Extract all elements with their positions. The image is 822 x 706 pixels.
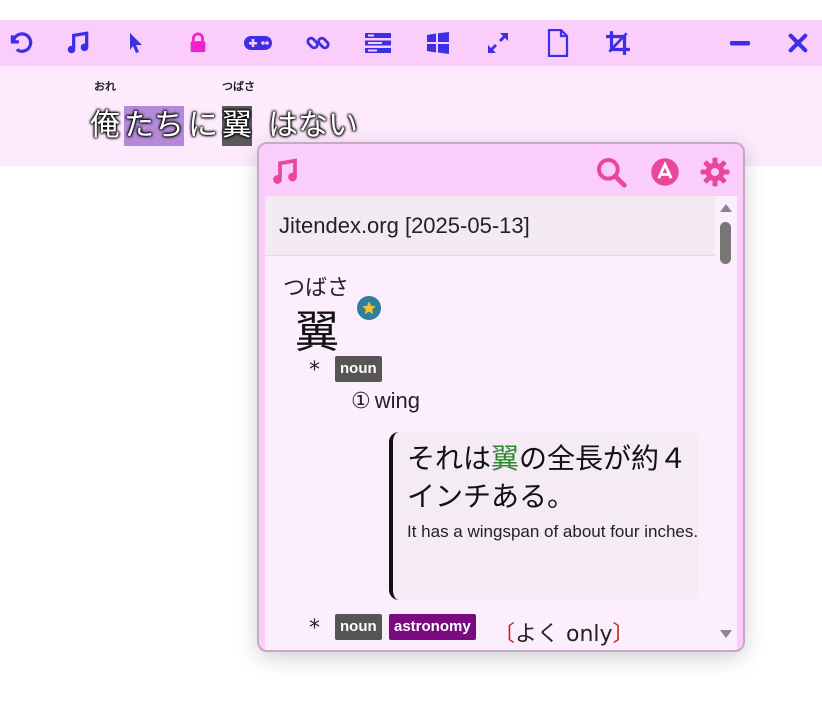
scroll-down-arrow-icon[interactable] (720, 630, 732, 638)
expand-icon[interactable] (478, 20, 518, 66)
scroll-up-arrow-icon[interactable] (720, 204, 732, 212)
cursor-icon[interactable] (116, 20, 156, 66)
layout-rows-icon[interactable] (358, 20, 398, 66)
dictionary-title: Jitendex.org [2025-05-13] (265, 196, 715, 256)
entry-headword: 翼 (295, 307, 339, 358)
music-note-icon[interactable] (267, 154, 303, 190)
entry-content[interactable]: Jitendex.org [2025-05-13] つばさ 翼 * noun ①… (265, 196, 715, 650)
anki-icon[interactable] (647, 154, 683, 190)
usage-note: 〔よく only〕 (493, 616, 635, 648)
subtitle-text: はない (268, 108, 358, 143)
example-japanese: それは翼の全長が約４インチある。 (407, 440, 699, 516)
example-jp-highlight: 翼 (491, 442, 520, 475)
subtitle-text: 翼 (222, 106, 252, 146)
music-note-icon[interactable] (58, 20, 98, 66)
ruby-text: つばさ (222, 80, 255, 93)
subtitle-text: に (188, 108, 218, 143)
gloss-text: wing (374, 388, 420, 413)
gamepad-icon[interactable] (238, 20, 278, 66)
link-icon[interactable] (298, 20, 338, 66)
file-icon[interactable] (538, 20, 578, 66)
minimize-icon[interactable] (720, 20, 760, 66)
example-english: It has a wingspan of about four inches. (407, 522, 699, 541)
ruby-text: おれ (94, 80, 116, 93)
sense-gloss: ① wing (351, 388, 420, 414)
example-jp-before: それは (407, 442, 492, 475)
scrollbar-thumb[interactable] (720, 222, 731, 264)
pos-tag-noun[interactable]: noun (335, 356, 382, 382)
scrollbar[interactable] (715, 196, 737, 650)
star-icon (357, 296, 381, 320)
lock-icon[interactable] (178, 20, 218, 66)
search-icon[interactable] (593, 154, 629, 190)
sense-bullet: * (309, 358, 320, 383)
note-bracket-close: 〕 (612, 622, 635, 647)
subtitle-text: 俺 (90, 108, 120, 143)
crop-icon[interactable] (598, 20, 638, 66)
sense-number: ① (351, 389, 371, 414)
note-bracket-open: 〔 (493, 622, 516, 647)
example-sentence: それは翼の全長が約４インチある。 It has a wingspan of ab… (389, 432, 699, 600)
note-text: よく only (515, 622, 613, 647)
popup-toolbar (259, 144, 743, 196)
undo-icon[interactable] (0, 20, 40, 66)
gear-icon[interactable] (697, 154, 733, 190)
field-tag-astronomy[interactable]: astronomy (389, 614, 476, 640)
windows-icon[interactable] (418, 20, 458, 66)
toolbar (0, 20, 822, 66)
sense-bullet: * (309, 616, 320, 641)
close-icon[interactable] (778, 20, 818, 66)
subtitle-text: たち (124, 106, 184, 146)
pos-tag-noun[interactable]: noun (335, 614, 382, 640)
dictionary-popup: Jitendex.org [2025-05-13] つばさ 翼 * noun ①… (257, 142, 745, 652)
